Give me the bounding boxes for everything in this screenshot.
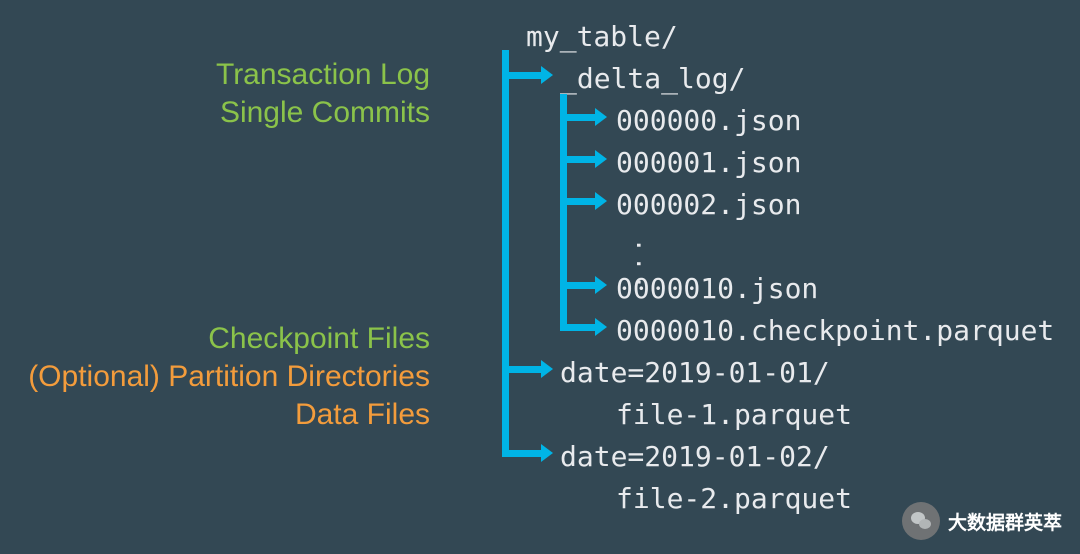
arrow-commit-1 bbox=[560, 156, 596, 163]
watermark: 大数据群英萃 bbox=[902, 502, 1062, 540]
diagram-container: Transaction Log Single Commits Checkpoin… bbox=[0, 0, 1080, 554]
label-transaction-log: Transaction Log bbox=[216, 56, 430, 94]
tree-file-2: file-2.parquet bbox=[616, 478, 852, 520]
wechat-icon bbox=[902, 502, 940, 540]
label-partition-directories: (Optional) Partition Directories bbox=[28, 358, 430, 396]
arrow-partition-1 bbox=[502, 366, 542, 373]
arrow-commit-10 bbox=[560, 282, 596, 289]
arrow-commit-0 bbox=[560, 114, 596, 121]
tree-commit-10: 0000010.json bbox=[616, 268, 818, 310]
tree-checkpoint-10: 0000010.checkpoint.parquet bbox=[616, 310, 1054, 352]
tree-file-1: file-1.parquet bbox=[616, 394, 852, 436]
tree-delta-log-dir: _delta_log/ bbox=[560, 58, 745, 100]
label-checkpoint-files: Checkpoint Files bbox=[208, 320, 430, 358]
label-data-files: Data Files bbox=[295, 396, 430, 434]
tree-partition-2: date=2019-01-02/ bbox=[560, 436, 830, 478]
tree-commit-2: 000002.json bbox=[616, 184, 801, 226]
tree-connector-root bbox=[502, 50, 509, 457]
watermark-text: 大数据群英萃 bbox=[948, 508, 1062, 535]
tree-commit-0: 000000.json bbox=[616, 100, 801, 142]
arrow-partition-2 bbox=[502, 450, 542, 457]
tree-root: my_table/ bbox=[526, 16, 678, 58]
label-single-commits: Single Commits bbox=[220, 94, 430, 132]
tree-commit-1: 000001.json bbox=[616, 142, 801, 184]
arrow-commit-2 bbox=[560, 198, 596, 205]
arrow-checkpoint-10 bbox=[560, 324, 596, 331]
tree-connector-deltalog bbox=[560, 94, 567, 331]
tree-partition-1: date=2019-01-01/ bbox=[560, 352, 830, 394]
arrow-delta-log bbox=[502, 72, 542, 79]
